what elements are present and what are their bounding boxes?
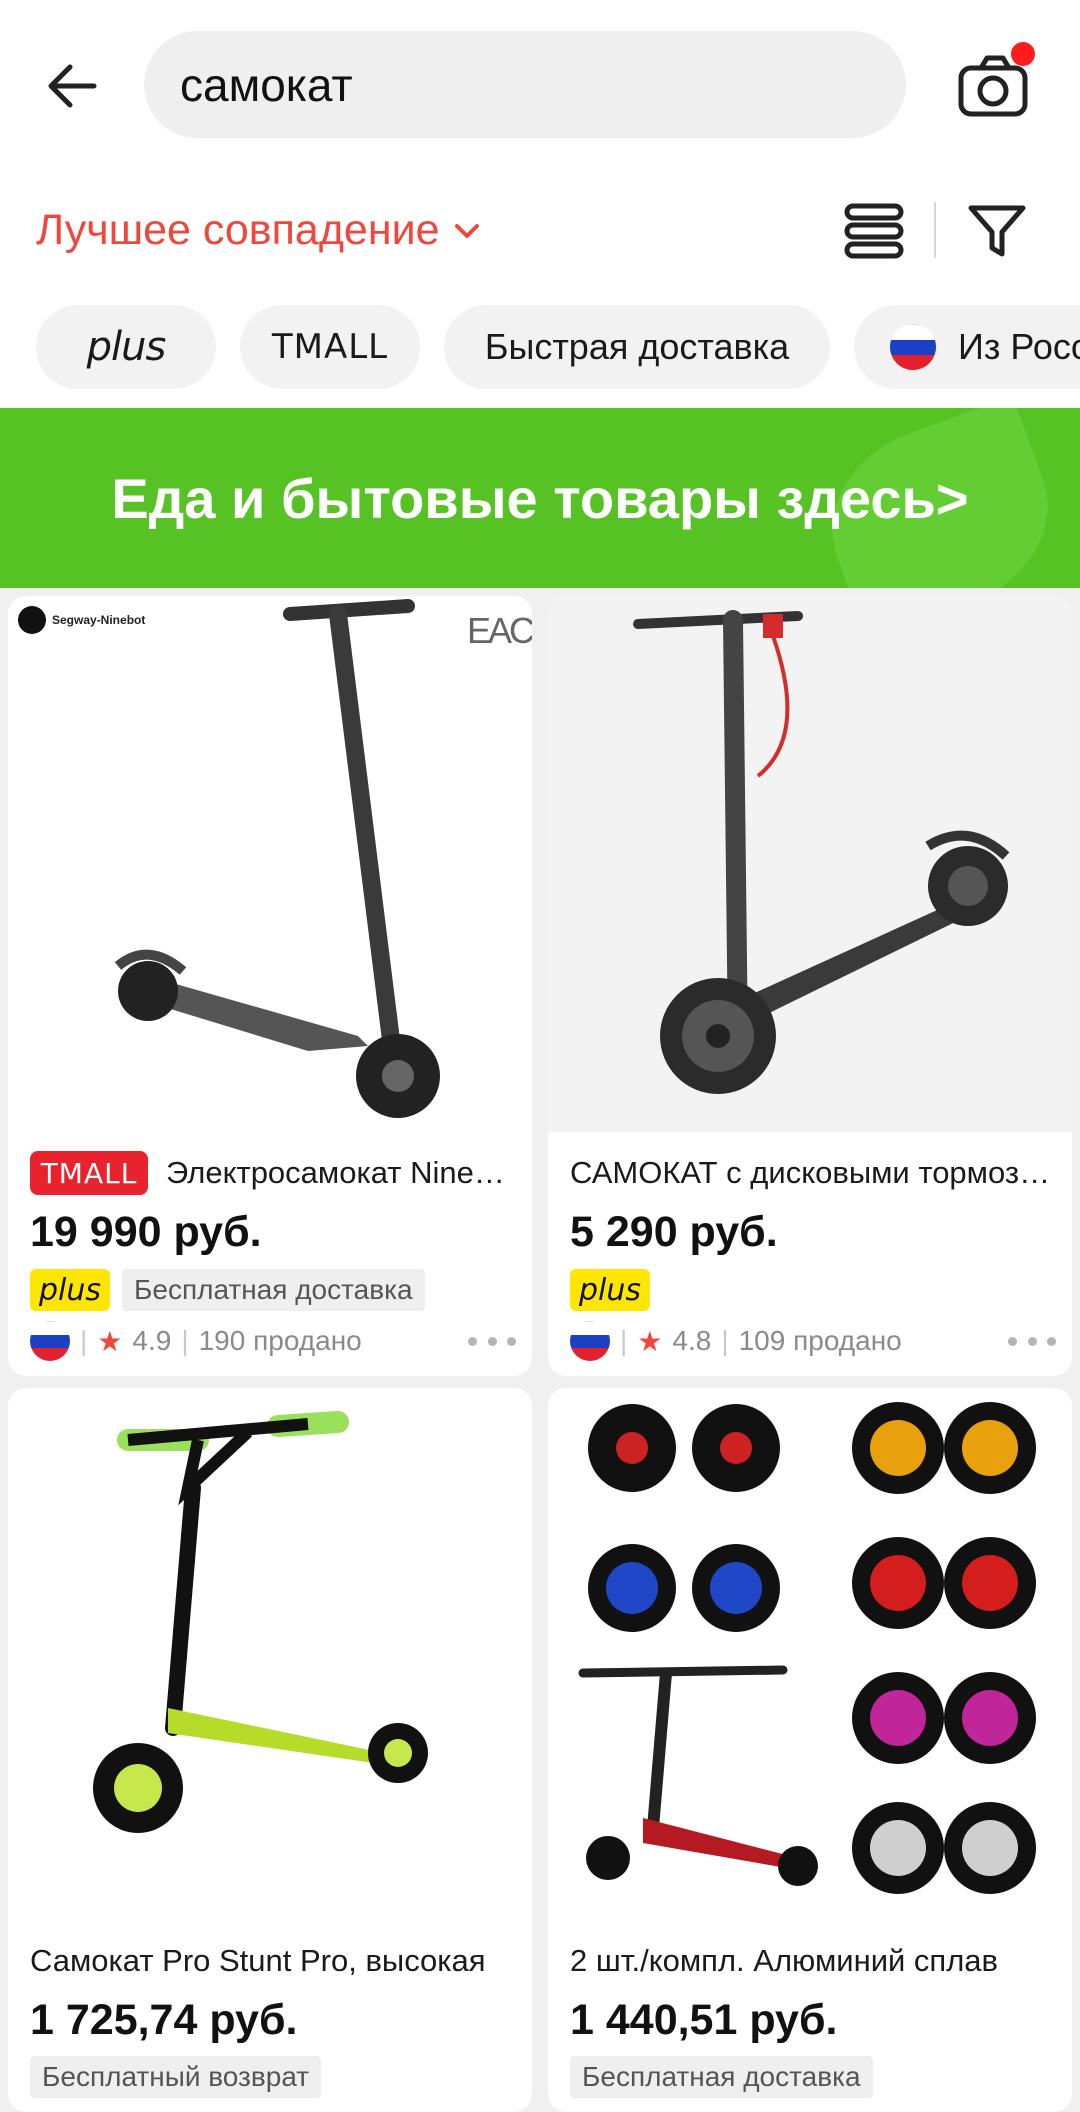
view-mode-button[interactable] (842, 200, 906, 262)
product-price: 1 725,74 руб. (30, 1996, 298, 2044)
shipping-badge: Бесплатная доставка (570, 2056, 873, 2098)
chip-label: Быстрая доставка (484, 326, 790, 367)
chip-from-russia[interactable]: Из России (854, 305, 1080, 389)
rating: 4.8 (672, 1325, 712, 1356)
chip-fast-delivery[interactable]: Быстрая доставка (444, 305, 830, 389)
product-image (548, 596, 1072, 1132)
search-query-text: самокат (180, 58, 353, 111)
product-image: Segway-Ninebot EAC (8, 596, 532, 1132)
product-card[interactable]: САМОКАТ с дисковыми тормозами 5 290 руб.… (548, 596, 1072, 1376)
search-header: самокат (0, 0, 1080, 175)
plus-badge: plus (570, 1269, 650, 1311)
filter-button[interactable] (966, 200, 1028, 262)
more-options-icon[interactable] (468, 1331, 516, 1351)
russia-flag-icon (890, 324, 936, 370)
divider (934, 202, 936, 258)
product-price: 19 990 руб. (30, 1208, 262, 1256)
product-card[interactable]: Segway-Ninebot EAC TMALL Электросамокат … (8, 596, 532, 1376)
meta-row: | ★ 4.8 | 109 продано (570, 1320, 1056, 1362)
stunt-scooter-image (93, 1411, 428, 1833)
chevron-down-icon (454, 223, 479, 238)
filter-chips: plus TMALL Быстрая доставка Из России (0, 305, 1080, 393)
separator: | (181, 1325, 189, 1356)
star-icon: ★ (637, 1325, 663, 1357)
search-input[interactable]: самокат (144, 31, 906, 138)
more-options-icon[interactable] (1008, 1331, 1056, 1351)
russia-flag-icon (30, 1321, 70, 1361)
shipping-badge: Бесплатная доставка (122, 1269, 425, 1311)
sort-label: Лучшее совпадение (36, 206, 440, 254)
meta-row: | ★ 4.9 | 190 продано (30, 1320, 516, 1362)
promo-banner[interactable]: Еда и бытовые товары здесь> (0, 408, 1080, 588)
badges-row: plus (570, 1268, 650, 1312)
wheels-image (578, 1402, 1036, 1894)
separator: | (620, 1325, 628, 1356)
sort-bar: Лучшее совпадение (0, 190, 1080, 270)
notification-dot (1011, 42, 1035, 66)
product-title-row: САМОКАТ с дисковыми тормозами (570, 1148, 1056, 1198)
product-price: 1 440,51 руб. (570, 1996, 838, 2044)
product-card[interactable]: 2 шт./компл. Алюминий сплав 1 440,51 руб… (548, 1388, 1072, 2112)
scooter-image (633, 610, 1010, 1094)
scooter-image (114, 599, 440, 1118)
plus-badge: plus (30, 1269, 110, 1311)
plus-logo: plus (86, 324, 167, 370)
brand-logo: Segway-Ninebot (18, 606, 145, 634)
chip-plus[interactable]: plus (36, 305, 216, 389)
back-button[interactable] (36, 50, 108, 122)
banner-text: Еда и бытовые товары здесь> (111, 466, 969, 530)
sort-dropdown[interactable]: Лучшее совпадение (36, 206, 480, 255)
sold-count: 109 продано (738, 1325, 902, 1356)
product-title: САМОКАТ с дисковыми тормозами (570, 1155, 1056, 1190)
product-image (8, 1388, 532, 1936)
product-title-row: TMALL Электросамокат Ninebot (30, 1148, 516, 1198)
product-price: 5 290 руб. (570, 1208, 778, 1256)
product-image (548, 1388, 1072, 1936)
chip-label: Из России (958, 326, 1080, 367)
filter-icon (968, 205, 1026, 257)
product-title: 2 шт./компл. Алюминий сплав (570, 1943, 999, 1978)
arrow-left-icon (48, 64, 97, 108)
product-title: Самокат Pro Stunt Pro, высокая (30, 1943, 486, 1978)
return-badge: Бесплатный возврат (30, 2056, 322, 2098)
separator: | (80, 1325, 88, 1356)
product-card[interactable]: Самокат Pro Stunt Pro, высокая 1 725,74 … (8, 1388, 532, 2112)
product-title: Электросамокат Ninebot (166, 1155, 516, 1190)
rating: 4.9 (132, 1325, 172, 1356)
badges-row: plus Бесплатная доставка (30, 1268, 425, 1312)
tmall-logo: TMALL (271, 327, 389, 367)
eac-mark: EAC (466, 610, 532, 651)
chip-tmall[interactable]: TMALL (240, 305, 420, 389)
star-icon: ★ (97, 1325, 123, 1357)
russia-flag-icon (570, 1321, 610, 1361)
separator: | (721, 1325, 729, 1356)
list-view-icon (844, 203, 904, 259)
sold-count: 190 продано (198, 1325, 362, 1356)
tmall-badge: TMALL (30, 1151, 148, 1195)
